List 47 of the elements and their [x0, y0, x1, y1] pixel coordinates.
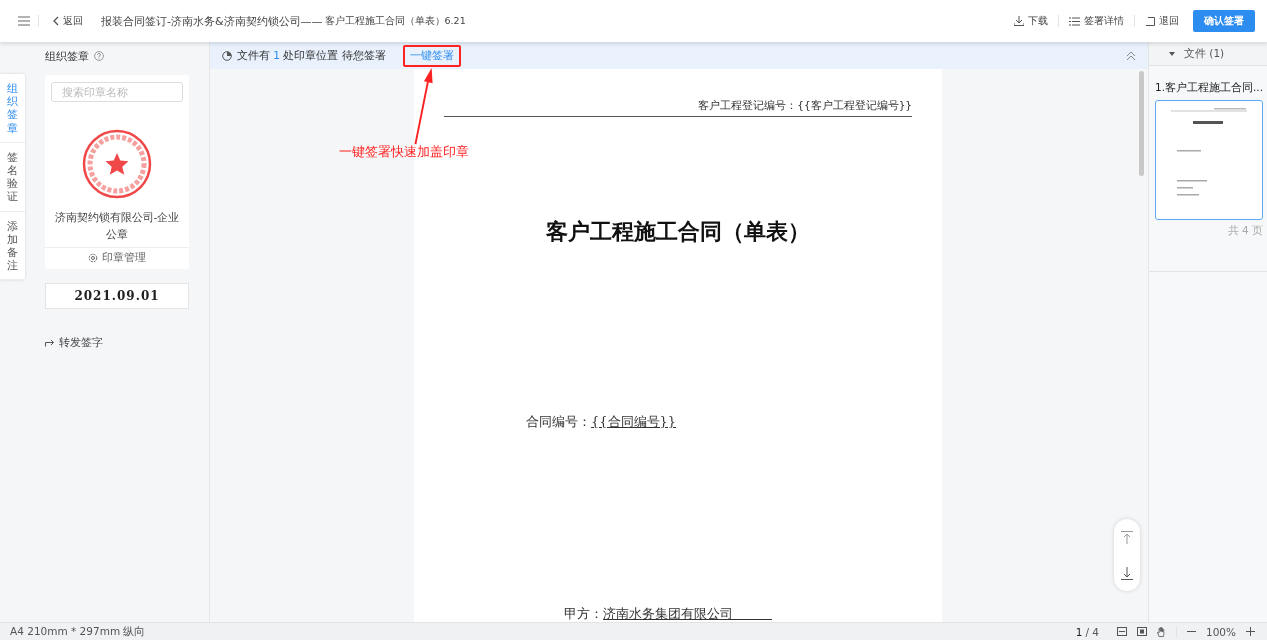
chevron-left-icon	[53, 16, 59, 26]
side-tab[interactable]: 签名验证	[0, 142, 25, 212]
file-name[interactable]: 1.客户工程施工合同...	[1155, 81, 1264, 95]
notice-text: 文件有 1 处印章位置 待您签署	[237, 48, 386, 63]
contract-title: 报装合同签订-济南水务&济南契约锁公司——	[101, 13, 323, 29]
download-icon	[1014, 16, 1024, 26]
contract-number: 合同编号：{{合同编号}}	[526, 413, 678, 431]
registration-number: 客户工程登记编号：{{客户工程登记编号}}	[444, 99, 912, 117]
side-tab[interactable]: 添加备注	[0, 211, 25, 281]
annotation-text: 一键签署快速加盖印章	[338, 142, 469, 161]
clock-icon	[222, 50, 232, 61]
party-a: 甲方：济南水务集团有限公司	[564, 605, 734, 622]
panel-title: 组织签章	[45, 48, 89, 64]
caret-icon[interactable]	[1169, 51, 1175, 56]
seal-manage-button[interactable]: 印章管理	[45, 246, 189, 269]
date-stamp[interactable]: 2021.09.01	[45, 282, 189, 309]
paper-size: A4 210mm * 297mm 纵向	[10, 624, 146, 639]
back-button[interactable]: 返回	[53, 14, 83, 28]
document-title: 客户工程施工合同（单表）6.21	[324, 14, 466, 28]
fit-page-icon[interactable]	[1136, 627, 1147, 636]
return-button[interactable]: 退回	[1143, 14, 1181, 28]
side-tab[interactable]: 组织签章	[0, 74, 25, 143]
page-total: / 4	[1085, 625, 1099, 638]
seal-name: 济南契约锁有限公司-企业公章	[54, 210, 180, 242]
zoom-level: 100%	[1205, 625, 1236, 638]
fit-width-icon[interactable]	[1116, 627, 1127, 636]
zoom-in-icon[interactable]	[1246, 627, 1255, 636]
search-field[interactable]: 搜索印章名称	[51, 82, 183, 102]
download-button[interactable]: 下载	[1012, 14, 1050, 28]
document-heading: 客户工程施工合同（单表）	[545, 218, 811, 246]
hand-icon[interactable]	[1156, 626, 1166, 637]
seal-stamp-icon[interactable]	[81, 128, 153, 200]
details-button[interactable]: 签署详情	[1067, 14, 1126, 28]
page-thumbnail[interactable]	[1155, 100, 1263, 220]
help-icon[interactable]	[94, 51, 104, 61]
collapse-icon[interactable]	[1126, 50, 1136, 61]
download-icon[interactable]	[1121, 566, 1133, 580]
files-header: 文件 (1)	[1184, 46, 1225, 61]
share-icon	[45, 338, 55, 348]
gear-icon	[88, 253, 98, 264]
return-icon	[1145, 16, 1155, 26]
to-top-icon[interactable]	[1121, 530, 1133, 544]
page-number[interactable]: 1	[1075, 625, 1083, 638]
page-count: 共 4 页	[1226, 224, 1263, 238]
scrollbar[interactable]	[1139, 71, 1144, 176]
forward-sign-button[interactable]: 转发签字	[45, 335, 103, 350]
list-icon	[1069, 16, 1080, 26]
